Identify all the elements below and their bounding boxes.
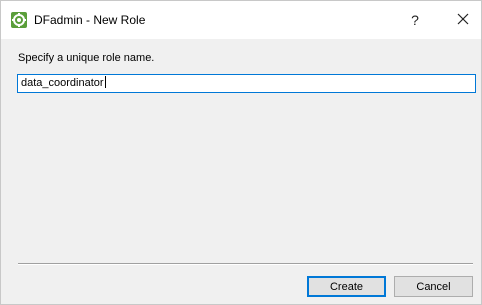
role-name-value: data_coordinator (21, 77, 104, 89)
window-title: DFadmin - New Role (34, 13, 146, 27)
help-label: ? (411, 12, 419, 28)
cancel-button-label: Cancel (416, 280, 451, 293)
new-role-dialog: DFadmin - New Role ? Specify a unique ro… (0, 0, 482, 305)
title-bar[interactable]: DFadmin - New Role ? (1, 1, 481, 39)
cancel-button[interactable]: Cancel (394, 276, 473, 297)
dfadmin-gear-icon (11, 12, 27, 28)
create-button[interactable]: Create (307, 276, 386, 297)
role-name-input[interactable]: data_coordinator (17, 74, 476, 93)
role-name-prompt: Specify a unique role name. (18, 52, 155, 64)
create-button-label: Create (329, 280, 364, 293)
help-button[interactable]: ? (397, 1, 433, 39)
close-button[interactable] (446, 1, 480, 39)
close-icon (457, 13, 469, 28)
button-separator (18, 263, 473, 265)
text-caret (104, 76, 106, 88)
